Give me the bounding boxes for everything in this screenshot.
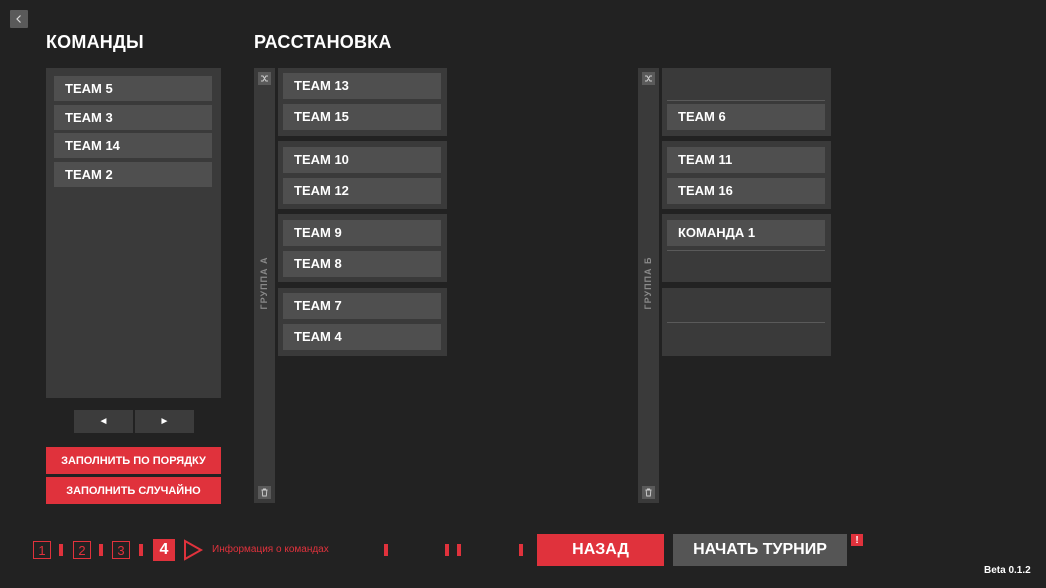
step-2[interactable]: 2 (73, 541, 91, 559)
team-list-item[interactable]: TEAM 3 (54, 105, 212, 130)
teams-heading: КОМАНДЫ (46, 32, 144, 52)
group-b-match-4 (662, 288, 831, 356)
trash-icon (645, 488, 652, 497)
match-slot[interactable]: TEAM 8 (283, 251, 441, 277)
match-slot[interactable]: TEAM 12 (283, 178, 441, 204)
step-separator (59, 544, 63, 556)
version-label: Beta 0.1.2 (984, 565, 1031, 576)
step-separator (99, 544, 103, 556)
match-slot[interactable]: TEAM 10 (283, 147, 441, 173)
warning-badge: ! (851, 534, 863, 546)
fill-in-order-button[interactable]: ЗАПОЛНИТЬ ПО ПОРЯДКУ (46, 447, 221, 474)
shuffle-icon (645, 75, 652, 82)
next-page-button[interactable]: ► (135, 410, 194, 433)
match-slot[interactable]: TEAM 9 (283, 220, 441, 246)
match-slot[interactable]: TEAM 11 (667, 147, 825, 173)
group-b-match-1: TEAM 6 (662, 68, 831, 136)
back-button[interactable] (10, 10, 28, 28)
empty-slot-divider (667, 100, 825, 101)
step-1[interactable]: 1 (33, 541, 51, 559)
teams-list-panel: TEAM 5 TEAM 3 TEAM 14 TEAM 2 (46, 68, 221, 398)
match-slot[interactable]: КОМАНДА 1 (667, 220, 825, 246)
shuffle-icon (261, 75, 268, 82)
group-a-match-3: TEAM 9 TEAM 8 (278, 214, 447, 282)
step-separator (457, 544, 461, 556)
clear-group-b-button[interactable] (642, 486, 655, 499)
group-a-match-1: TEAM 13 TEAM 15 (278, 68, 447, 136)
match-slot[interactable]: TEAM 16 (667, 178, 825, 204)
shuffle-group-a-button[interactable] (258, 72, 271, 85)
empty-slot-divider (667, 250, 825, 251)
team-list-item[interactable]: TEAM 14 (54, 133, 212, 158)
shuffle-group-b-button[interactable] (642, 72, 655, 85)
start-tournament-button[interactable]: НАЧАТЬ ТУРНИР (673, 534, 847, 566)
match-slot[interactable]: TEAM 15 (283, 104, 441, 130)
placement-heading: РАССТАНОВКА (254, 32, 392, 52)
match-slot[interactable]: TEAM 13 (283, 73, 441, 99)
group-a-rail: ГРУППА А (254, 68, 275, 503)
step-separator (519, 544, 523, 556)
group-b-label: ГРУППА Б (643, 256, 653, 310)
match-slot[interactable]: TEAM 4 (283, 324, 441, 350)
step-caption: Информация о командах (212, 544, 329, 555)
play-icon[interactable] (182, 539, 204, 561)
match-slot[interactable]: TEAM 6 (667, 104, 825, 130)
fill-random-button[interactable]: ЗАПОЛНИТЬ СЛУЧАЙНО (46, 477, 221, 504)
empty-slot-divider (667, 322, 825, 323)
group-b-rail: ГРУППА Б (638, 68, 659, 503)
step-3[interactable]: 3 (112, 541, 130, 559)
team-list-item[interactable]: TEAM 2 (54, 162, 212, 187)
step-separator (139, 544, 143, 556)
clear-group-a-button[interactable] (258, 486, 271, 499)
group-a-label: ГРУППА А (259, 256, 269, 310)
step-separator (384, 544, 388, 556)
group-a-match-2: TEAM 10 TEAM 12 (278, 141, 447, 209)
back-nav-button[interactable]: НАЗАД (537, 534, 664, 566)
group-b-match-3: КОМАНДА 1 (662, 214, 831, 282)
trash-icon (261, 488, 268, 497)
prev-page-button[interactable]: ◄ (74, 410, 133, 433)
match-slot[interactable]: TEAM 7 (283, 293, 441, 319)
team-list-item[interactable]: TEAM 5 (54, 76, 212, 101)
step-4-active[interactable]: 4 (153, 539, 175, 561)
step-separator (445, 544, 449, 556)
chevron-left-icon (16, 15, 21, 23)
group-a-match-4: TEAM 7 TEAM 4 (278, 288, 447, 356)
group-b-match-2: TEAM 11 TEAM 16 (662, 141, 831, 209)
